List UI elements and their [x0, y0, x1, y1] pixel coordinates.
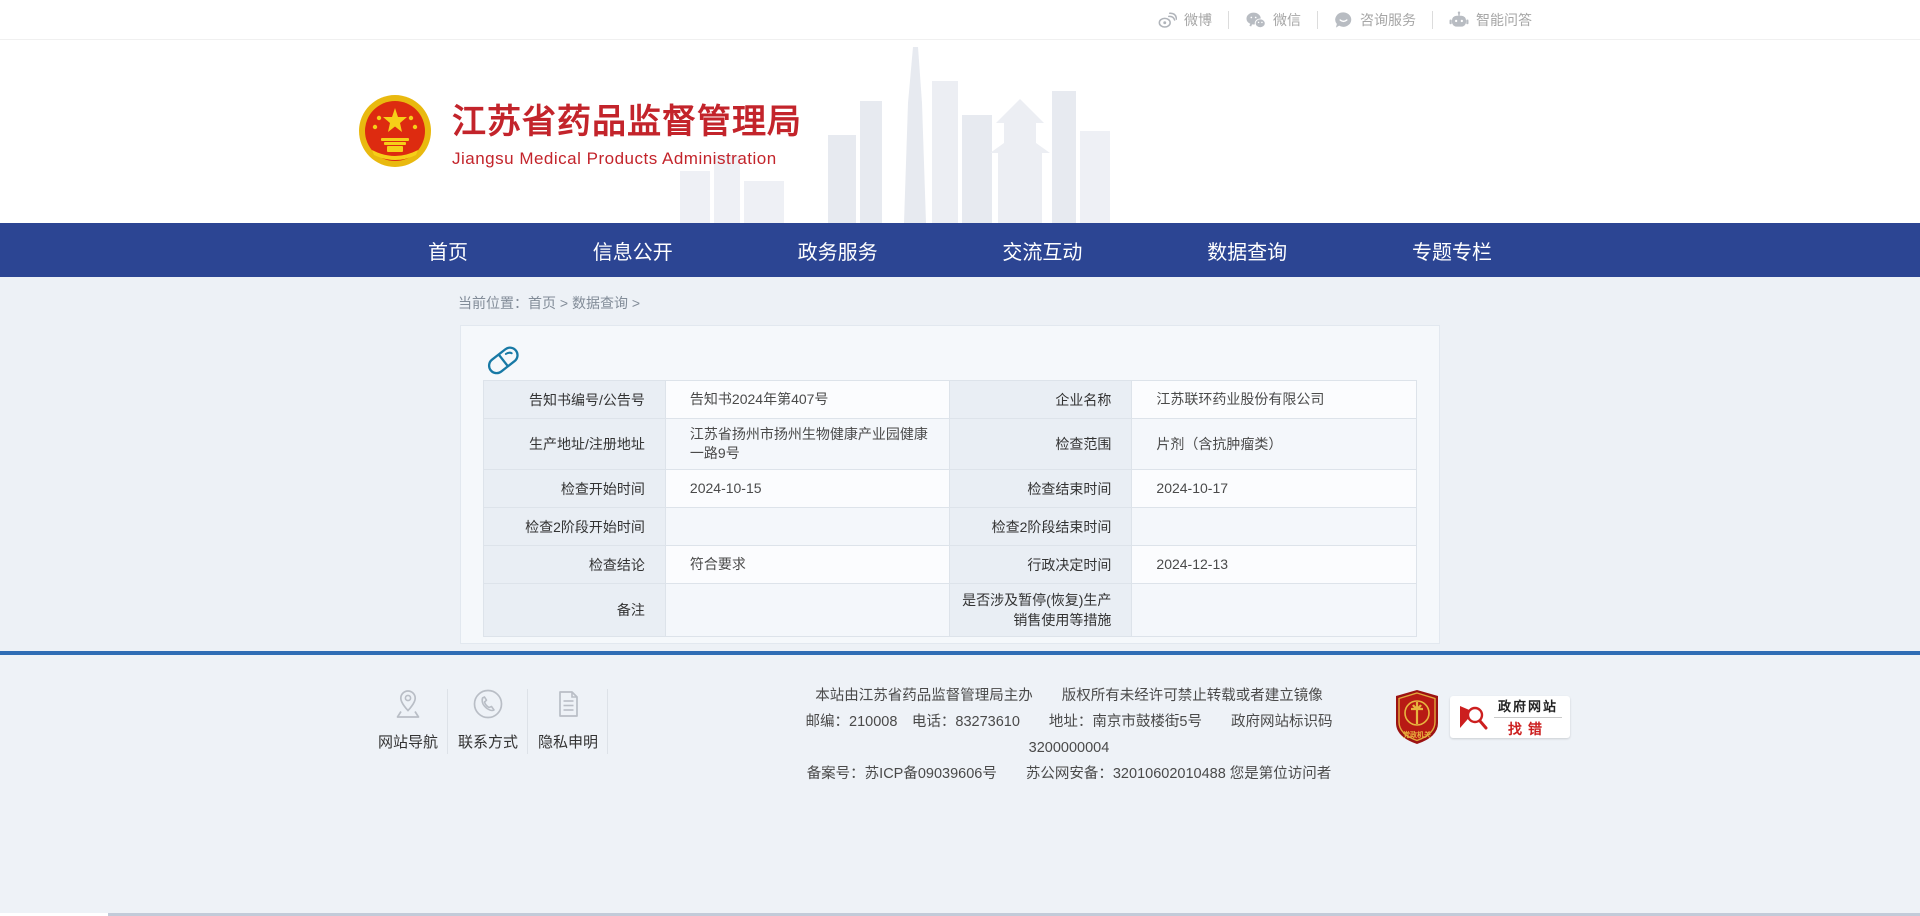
brand-text: 江苏省药品监督管理局 Jiangsu Medical Products Admi… — [452, 94, 802, 169]
field-label: 检查2阶段结束时间 — [950, 508, 1132, 546]
phone-icon — [448, 687, 528, 721]
footer-link-map-pin[interactable]: 网站导航 — [368, 681, 448, 762]
consult-bubble-icon — [1334, 11, 1353, 29]
breadcrumb-link[interactable]: 数据查询 — [572, 295, 628, 311]
field-label: 是否涉及暂停(恢复)生产销售使用等措施 — [950, 584, 1132, 637]
nav-item-3[interactable]: 交流互动 — [1000, 232, 1084, 269]
topbar-link-wechat[interactable]: 微信 — [1228, 11, 1317, 29]
nav-item-4[interactable]: 数据查询 — [1205, 232, 1289, 269]
robot-icon — [1449, 11, 1469, 29]
weibo-icon — [1157, 11, 1177, 29]
main-nav: 首页 信息公开 政务服务 交流互动 数据查询 专题专栏 — [0, 223, 1920, 277]
field-label: 行政决定时间 — [950, 546, 1132, 584]
field-value: 江苏联环药业股份有限公司 — [1132, 381, 1417, 419]
field-value — [665, 584, 950, 637]
field-value — [1132, 508, 1417, 546]
brand: 江苏省药品监督管理局 Jiangsu Medical Products Admi… — [358, 92, 802, 170]
site-header: 江苏省药品监督管理局 Jiangsu Medical Products Admi… — [0, 40, 1920, 223]
field-value: 告知书2024年第407号 — [665, 381, 950, 419]
topbar-link-consult-bubble[interactable]: 咨询服务 — [1317, 11, 1432, 29]
field-value: 2024-10-15 — [665, 470, 950, 508]
field-value: 2024-10-17 — [1132, 470, 1417, 508]
national-emblem-logo — [358, 92, 432, 170]
record-card: 告知书编号/公告号告知书2024年第407号企业名称江苏联环药业股份有限公司生产… — [460, 325, 1440, 644]
find-error-badge-text: 政府网站 找错 — [1494, 696, 1562, 739]
table-row: 生产地址/注册地址江苏省扬州市扬州生物健康产业园健康一路9号检查范围片剂（含抗肿… — [484, 419, 1417, 470]
footer-info-line: 本站由江苏省药品监督管理局主办 版权所有未经许可禁止转载或者建立镜像 — [786, 683, 1352, 709]
nav-item-2[interactable]: 政务服务 — [796, 232, 880, 269]
breadcrumb-separator: > — [632, 295, 640, 311]
pill-capsule-icon — [483, 340, 523, 378]
badge-find-error-label: 找错 — [1494, 718, 1562, 739]
field-label: 企业名称 — [950, 381, 1132, 419]
nav-item-5[interactable]: 专题专栏 — [1410, 232, 1494, 269]
map-pin-icon — [368, 687, 448, 721]
footer-link-label: 联系方式 — [448, 731, 528, 752]
field-label: 检查开始时间 — [484, 470, 666, 508]
footer-link-label: 网站导航 — [368, 731, 448, 752]
site-title: 江苏省药品监督管理局 — [452, 94, 802, 143]
footer-info-line: 邮编：210008 电话：83273610 地址：南京市鼓楼街5号 政府网站标识… — [786, 709, 1352, 761]
table-row: 告知书编号/公告号告知书2024年第407号企业名称江苏联环药业股份有限公司 — [484, 381, 1417, 419]
top-utility-bar: 微博 微信 咨询服务 智能问答 — [0, 0, 1920, 40]
wechat-icon — [1245, 11, 1266, 29]
field-label: 备注 — [484, 584, 666, 637]
field-label: 生产地址/注册地址 — [484, 419, 666, 470]
footer-info-text: 本站由江苏省药品监督管理局主办 版权所有未经许可禁止转载或者建立镜像邮编：210… — [786, 683, 1352, 787]
main-nav-items: 首页 信息公开 政务服务 交流互动 数据查询 专题专栏 — [426, 223, 1494, 277]
topbar-link-label: 智能问答 — [1476, 10, 1532, 30]
field-label: 检查结论 — [484, 546, 666, 584]
field-label: 检查结束时间 — [950, 470, 1132, 508]
breadcrumb: 当前位置：首页 > 数据查询 > — [0, 277, 1920, 313]
footer-link-privacy-doc[interactable]: 隐私申明 — [528, 681, 608, 762]
content-area: 当前位置：首页 > 数据查询 > 告知书编号/公告号告知书2024年第407号企… — [0, 277, 1920, 651]
party-gov-shield-badge[interactable]: 党政机关 — [1394, 689, 1440, 745]
footer-link-label: 隐私申明 — [528, 731, 608, 752]
site-footer: 网站导航联系方式隐私申明 本站由江苏省药品监督管理局主办 版权所有未经许可禁止转… — [0, 655, 1920, 913]
field-label: 检查2阶段开始时间 — [484, 508, 666, 546]
card-icon-row — [483, 340, 1417, 380]
footer-link-phone[interactable]: 联系方式 — [448, 681, 528, 762]
privacy-doc-icon — [528, 687, 608, 721]
breadcrumb-separator: > — [560, 295, 568, 311]
inspection-record-table: 告知书编号/公告号告知书2024年第407号企业名称江苏联环药业股份有限公司生产… — [483, 380, 1417, 637]
field-value: 片剂（含抗肿瘤类） — [1132, 419, 1417, 470]
find-error-magnifier-icon — [1458, 702, 1488, 732]
topbar-link-robot[interactable]: 智能问答 — [1432, 11, 1548, 29]
table-row: 检查开始时间2024-10-15检查结束时间2024-10-17 — [484, 470, 1417, 508]
footer-links: 网站导航联系方式隐私申明 — [368, 681, 608, 762]
find-error-badge[interactable]: 政府网站 找错 — [1450, 696, 1570, 738]
field-label: 告知书编号/公告号 — [484, 381, 666, 419]
field-value: 江苏省扬州市扬州生物健康产业园健康一路9号 — [665, 419, 950, 470]
table-row: 检查结论符合要求行政决定时间2024-12-13 — [484, 546, 1417, 584]
footer-badges: 党政机关 政府网站 找错 — [1394, 689, 1570, 745]
badge-site-label: 政府网站 — [1494, 696, 1562, 718]
topbar-link-label: 微博 — [1184, 10, 1212, 30]
nav-item-0[interactable]: 首页 — [426, 232, 470, 269]
field-value: 2024-12-13 — [1132, 546, 1417, 584]
site-subtitle: Jiangsu Medical Products Administration — [452, 149, 802, 169]
breadcrumb-prefix: 当前位置： — [458, 295, 528, 311]
breadcrumb-link[interactable]: 首页 — [528, 295, 556, 311]
topbar-link-label: 咨询服务 — [1360, 10, 1416, 30]
field-value: 符合要求 — [665, 546, 950, 584]
footer-info-line: 备案号：苏ICP备09039606号 苏公网安备：32010602010488 … — [786, 761, 1352, 787]
nav-item-1[interactable]: 信息公开 — [591, 232, 675, 269]
topbar-link-label: 微信 — [1273, 10, 1301, 30]
svg-text:党政机关: 党政机关 — [1403, 730, 1431, 739]
field-label: 检查范围 — [950, 419, 1132, 470]
table-row: 检查2阶段开始时间 检查2阶段结束时间 — [484, 508, 1417, 546]
table-row: 备注 是否涉及暂停(恢复)生产销售使用等措施 — [484, 584, 1417, 637]
field-value — [1132, 584, 1417, 637]
field-value — [665, 508, 950, 546]
topbar-link-weibo[interactable]: 微博 — [1141, 11, 1228, 29]
